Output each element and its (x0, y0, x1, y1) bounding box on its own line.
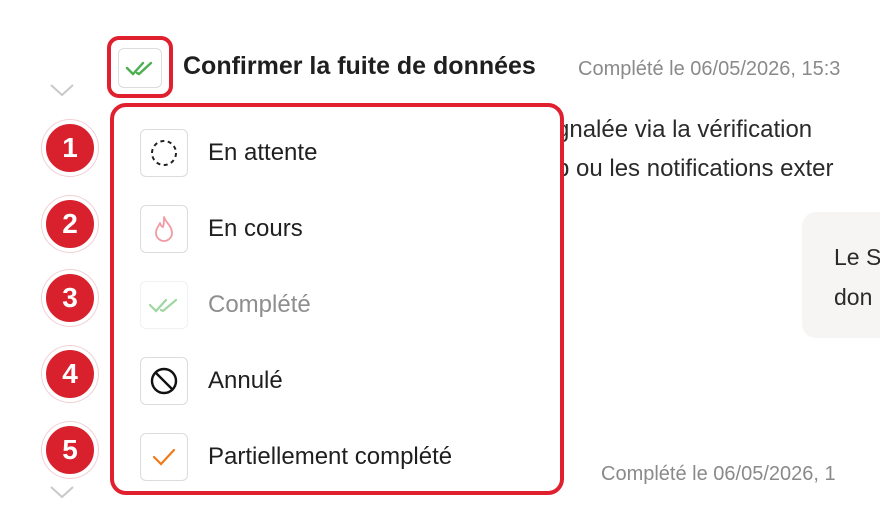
menu-item-label: Complété (208, 291, 311, 318)
task-completed-date: Complété le 06/05/2026, 1 (601, 463, 836, 485)
task-title: Confirmer la fuite de données (183, 52, 536, 80)
flame-icon (140, 205, 188, 253)
menu-item-partiellement-complete[interactable]: Partiellement complété (140, 431, 540, 483)
status-menu: En attente En cours Complété Annulé Part… (110, 103, 564, 495)
task-description-line: b ou les notifications exter (556, 155, 834, 182)
menu-item-label: En attente (208, 139, 318, 166)
number-badge: 1 (42, 120, 98, 176)
menu-item-label: Annulé (208, 367, 283, 394)
comment-callout (802, 212, 880, 338)
menu-item-label: Partiellement complété (208, 443, 453, 470)
number-badge: 3 (42, 270, 98, 326)
number-badge: 5 (42, 422, 98, 478)
callout-text: Le S (834, 244, 880, 270)
menu-item-label: En cours (208, 215, 303, 242)
cancel-icon (140, 357, 188, 405)
number-badge: 4 (42, 346, 98, 402)
number-badge: 2 (42, 196, 98, 252)
check-icon (140, 433, 188, 481)
dashed-circle-icon (140, 129, 188, 177)
highlight-box (107, 36, 173, 98)
menu-item-en-cours[interactable]: En cours (140, 203, 540, 255)
menu-item-complete[interactable]: Complété (140, 279, 540, 331)
menu-item-annule[interactable]: Annulé (140, 355, 540, 407)
task-completed-date: Complété le 06/05/2026, 15:3 (578, 58, 841, 80)
callout-text: don (834, 284, 873, 310)
menu-item-en-attente[interactable]: En attente (140, 127, 540, 179)
task-description-line: gnalée via la vérification (556, 116, 813, 143)
double-check-icon (140, 281, 188, 329)
collapse-chevron-icon[interactable] (48, 484, 76, 500)
collapse-chevron-icon[interactable] (48, 82, 76, 98)
